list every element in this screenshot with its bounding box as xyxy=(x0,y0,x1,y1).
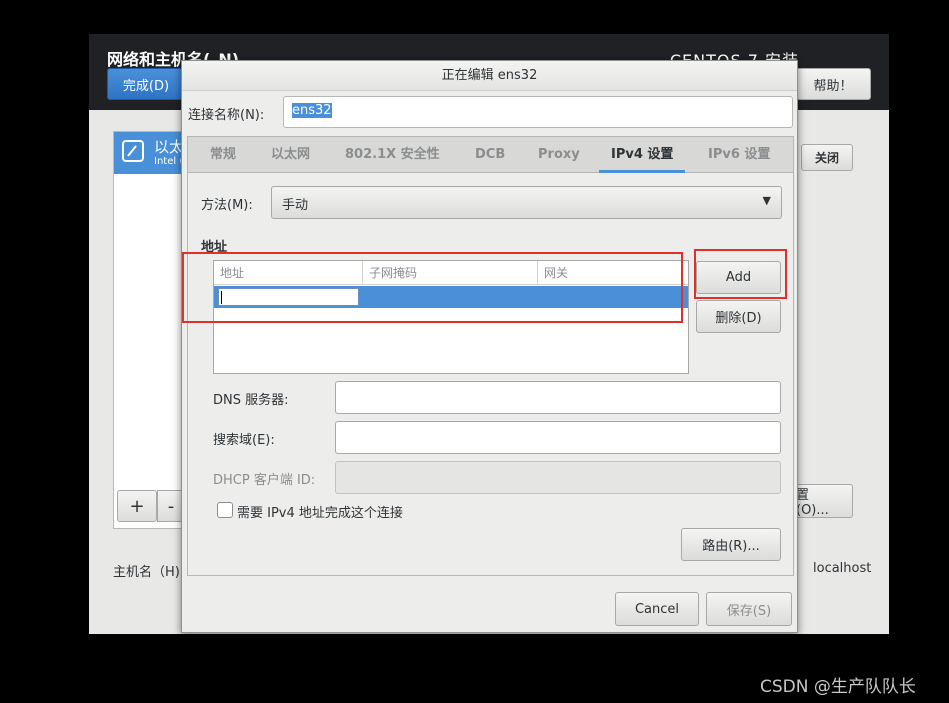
add-device-button[interactable]: + xyxy=(117,490,157,522)
device-list-item[interactable]: 以太 Intel ( xyxy=(114,132,190,174)
chevron-down-icon: ▼ xyxy=(762,194,771,207)
done-button[interactable]: 完成(D) xyxy=(107,68,185,100)
configure-button[interactable]: 置(O)... xyxy=(795,484,853,518)
tab-ipv6-settings[interactable]: IPv6 设置 xyxy=(708,137,770,173)
require-ipv4-checkbox[interactable] xyxy=(217,502,233,518)
highlight-box-address-row xyxy=(182,252,683,323)
watermark: CSDN @生产队队长 xyxy=(760,677,916,697)
method-select[interactable]: 手动 ▼ xyxy=(271,186,782,219)
hostname-value: localhost xyxy=(813,561,872,576)
method-label: 方法(M): xyxy=(201,198,253,213)
tab-dcb[interactable]: DCB xyxy=(475,137,505,173)
device-list: 以太 Intel ( xyxy=(113,131,191,529)
connection-name-label: 连接名称(N): xyxy=(188,108,265,123)
connection-name-input[interactable]: ens32 xyxy=(283,96,793,128)
search-domain-label: 搜索域(E): xyxy=(213,433,275,448)
tab-8021x-security[interactable]: 802.1X 安全性 xyxy=(345,137,440,173)
method-value: 手动 xyxy=(282,198,309,213)
save-button: 保存(S) xyxy=(706,592,792,626)
tab-general[interactable]: 常规 xyxy=(210,137,236,173)
tab-bar: 常规 以太网 802.1X 安全性 DCB Proxy IPv4 设置 IPv6… xyxy=(188,137,793,173)
tab-proxy[interactable]: Proxy xyxy=(538,137,580,173)
dns-label: DNS 服务器: xyxy=(213,393,289,408)
device-name: 以太 xyxy=(154,138,185,156)
highlight-box-add-button xyxy=(694,249,787,299)
dhcp-client-id-input xyxy=(335,461,781,494)
delete-address-button[interactable]: 删除(D) xyxy=(696,300,781,333)
dhcp-client-id-label: DHCP 客户端 ID: xyxy=(213,473,316,488)
search-domain-input[interactable] xyxy=(335,421,781,454)
tab-ipv4-settings[interactable]: IPv4 设置 xyxy=(599,137,686,173)
routes-button[interactable]: 路由(R)... xyxy=(681,528,781,561)
cancel-button[interactable]: Cancel xyxy=(615,592,699,626)
hostname-label: 主机名（H) xyxy=(113,565,180,580)
settings-notebook: 常规 以太网 802.1X 安全性 DCB Proxy IPv4 设置 IPv6… xyxy=(187,136,794,576)
help-button[interactable]: 帮助！ xyxy=(795,68,871,100)
require-ipv4-label[interactable]: 需要 IPv4 地址完成这个连接 xyxy=(237,502,403,521)
dialog-title: 正在编辑 ens32 xyxy=(182,61,797,91)
ipv4-page: 方法(M): 手动 ▼ 地址 地址 子网掩码 网关 Add 删除(D) DNS … xyxy=(188,173,793,575)
connection-name-value: ens32 xyxy=(292,103,332,118)
device-sub: Intel ( xyxy=(154,156,184,167)
toggle-off-button[interactable]: 关闭 xyxy=(801,144,853,171)
edit-connection-dialog: 正在编辑 ens32 连接名称(N): ens32 常规 以太网 802.1X … xyxy=(181,60,798,633)
network-cable-icon xyxy=(120,138,146,164)
dns-input[interactable] xyxy=(335,381,781,414)
tab-ethernet[interactable]: 以太网 xyxy=(271,137,310,173)
